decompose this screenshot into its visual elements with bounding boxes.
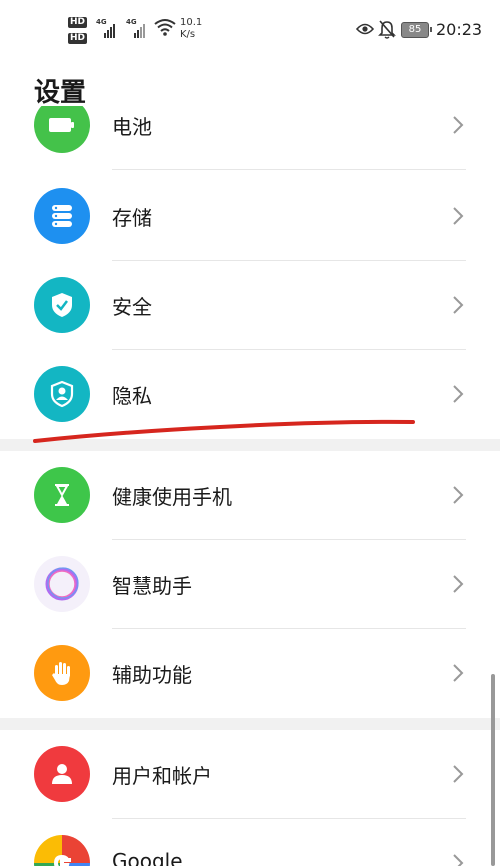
scrollbar[interactable] [491,674,495,866]
annotation-underline [33,419,415,443]
